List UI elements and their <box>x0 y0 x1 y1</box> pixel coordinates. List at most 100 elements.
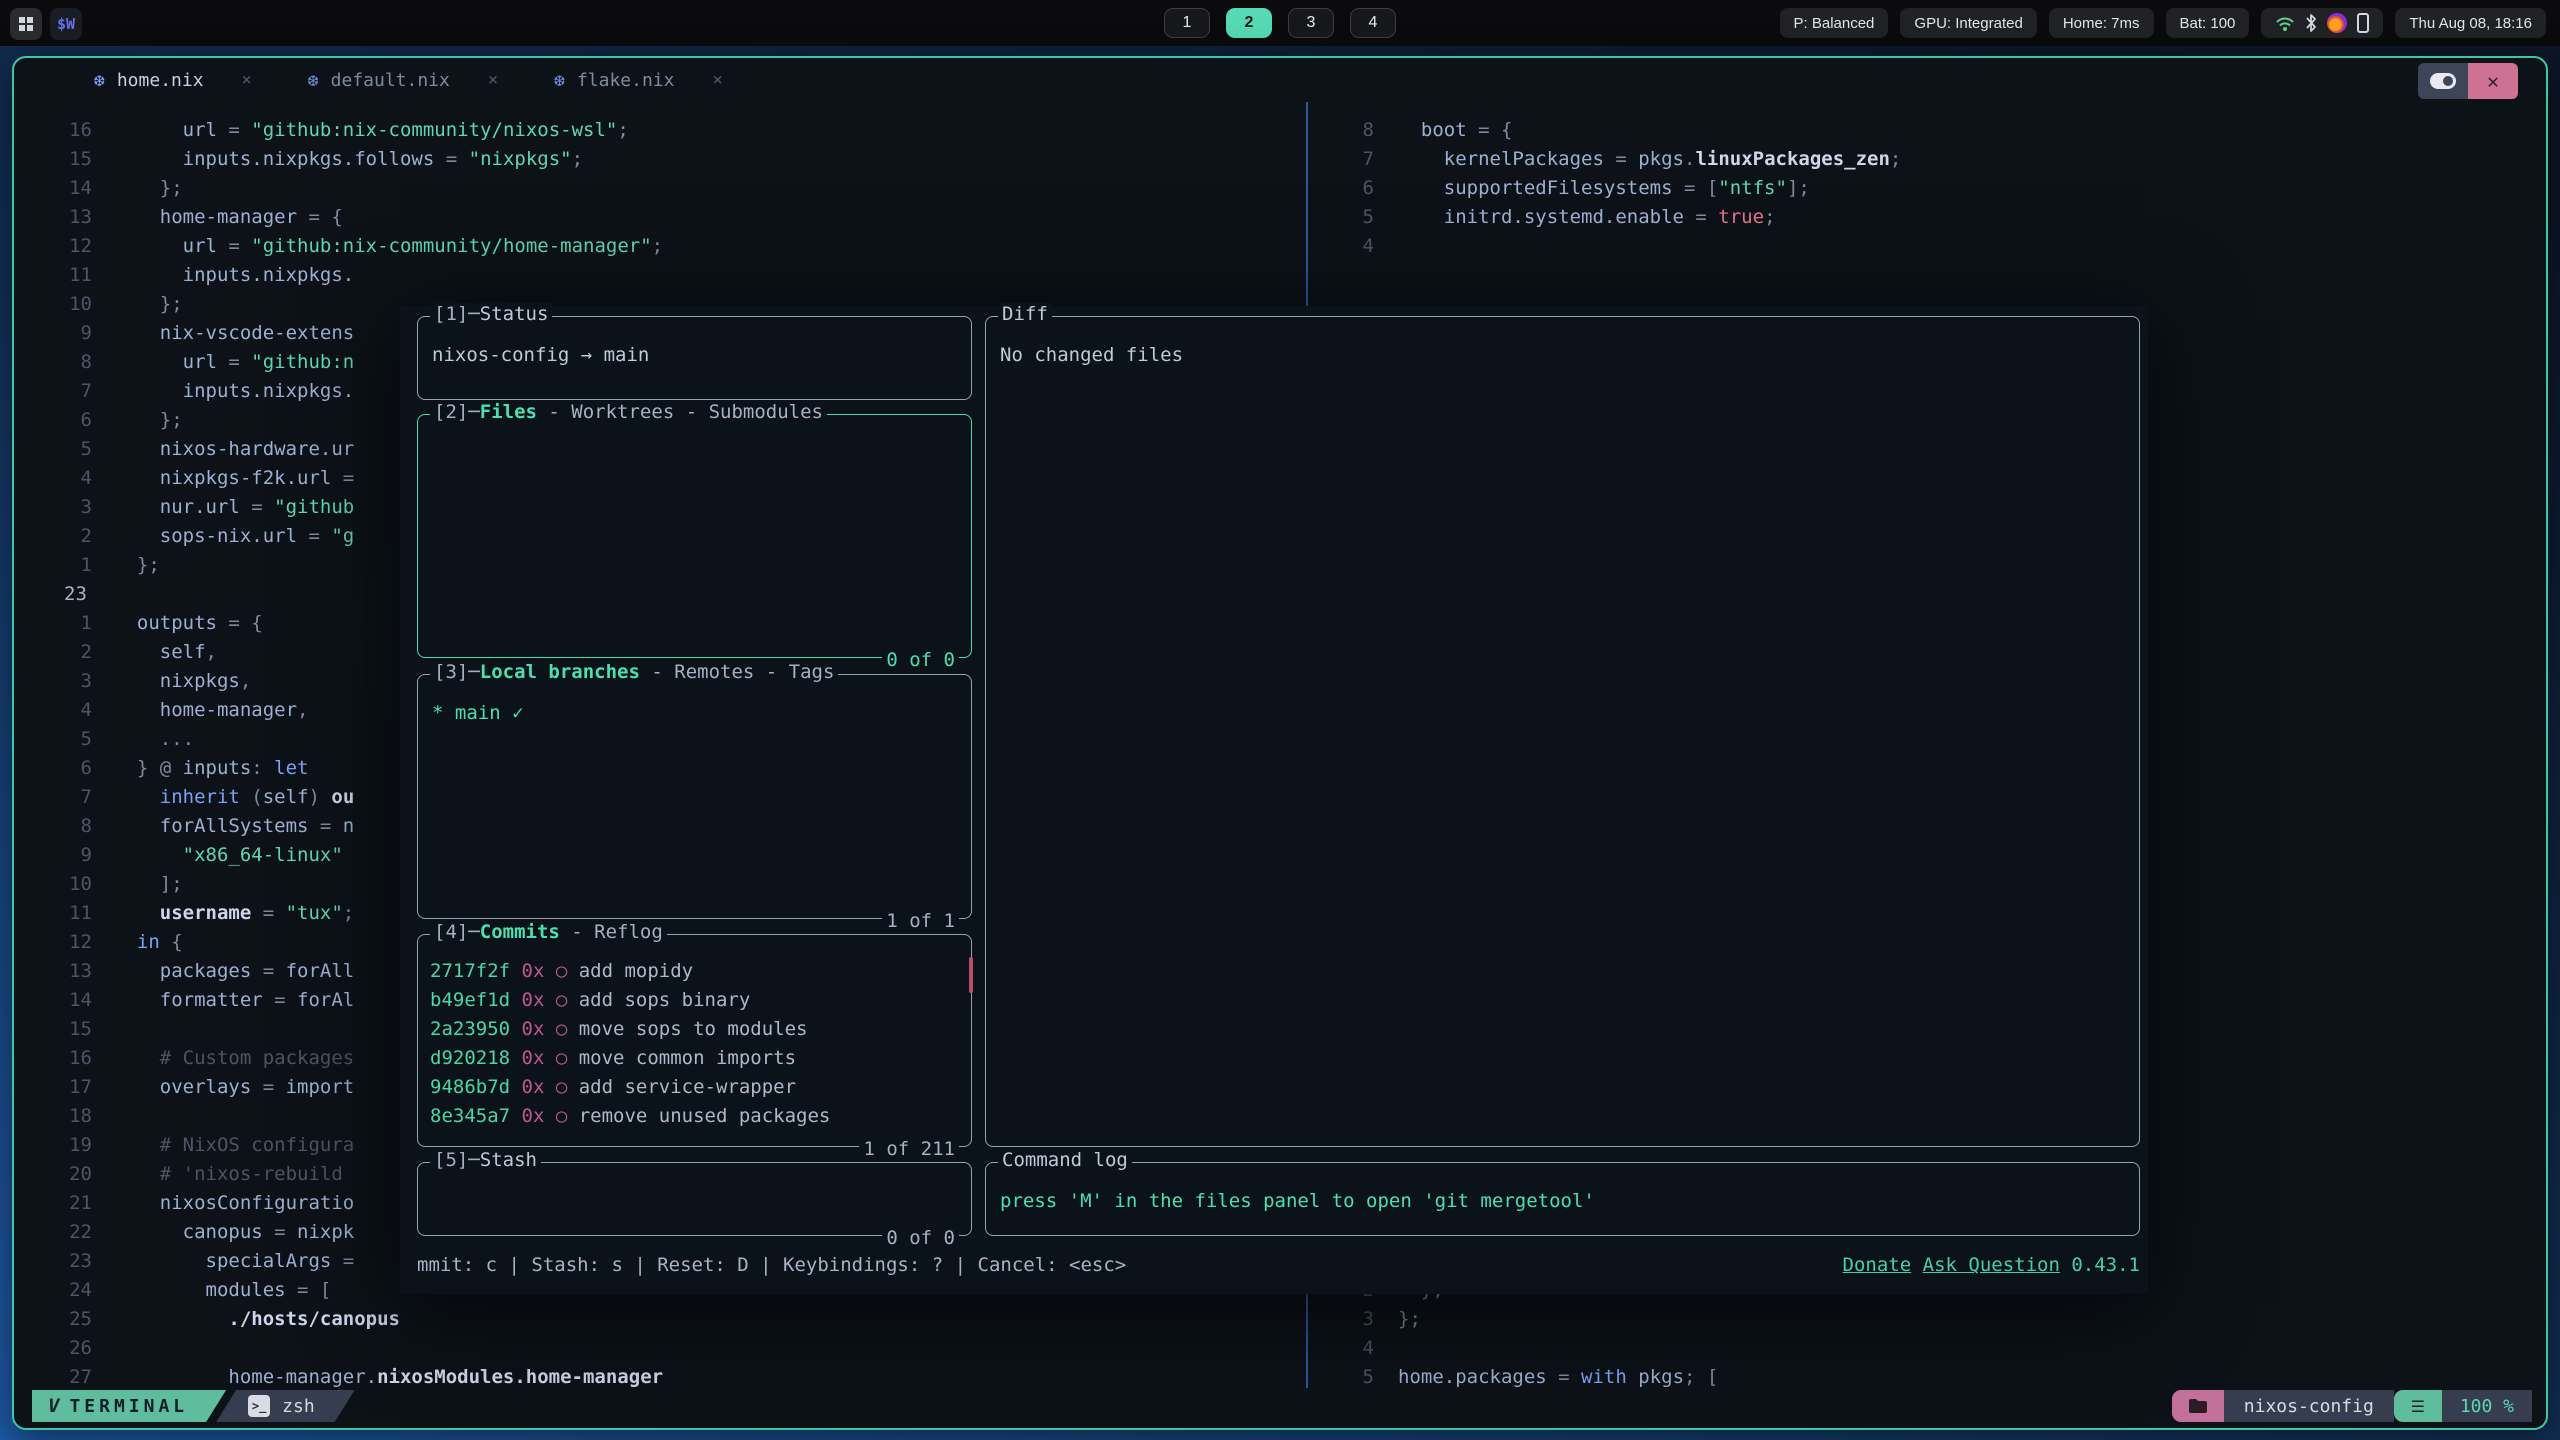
terminal-prompt-icon: >_ <box>248 1395 270 1417</box>
workspace-button-1[interactable]: 1 <box>1164 8 1210 38</box>
window-close-button[interactable]: ✕ <box>2468 63 2518 99</box>
nix-snowflake-icon: ❆ <box>94 70 105 91</box>
commits-scrollbar[interactable] <box>969 957 973 993</box>
lazygit-commits-panel[interactable]: [4]─Commits - Reflog 2717f2f 0x ○ add mo… <box>417 934 972 1147</box>
lines-icon-segment: ☰ <box>2394 1390 2442 1422</box>
code-line: 26 <box>48 1334 1306 1363</box>
line-number: 3 <box>1334 1305 1374 1334</box>
tab-label: flake.nix <box>577 70 675 91</box>
code-line: 6supportedFilesystems = ["ntfs"]; <box>1334 174 2546 203</box>
lazygit-diff-panel[interactable]: Diff No changed files <box>985 316 2140 1147</box>
commit-row[interactable]: d920218 0x ○ move common imports <box>430 1044 961 1073</box>
bluetooth-icon[interactable] <box>2305 13 2317 33</box>
lazygit-branches-panel[interactable]: [3]─Local branches - Remotes - Tags * ma… <box>417 674 972 919</box>
line-number: 12 <box>48 232 92 261</box>
commit-row[interactable]: 9486b7d 0x ○ add service-wrapper <box>430 1073 961 1102</box>
line-number: 13 <box>48 203 92 232</box>
clock[interactable]: Thu Aug 08, 18:16 <box>2395 8 2546 38</box>
line-number: 24 <box>48 1276 92 1305</box>
code-line: 3}; <box>1334 1305 2546 1334</box>
commit-hash: d920218 <box>430 1047 510 1069</box>
line-number: 11 <box>48 261 92 290</box>
line-number: 20 <box>48 1160 92 1189</box>
commit-message: add service-wrapper <box>579 1076 796 1098</box>
line-number: 6 <box>1334 174 1374 203</box>
code-line: 5initrd.systemd.enable = true; <box>1334 203 2546 232</box>
tab-label: default.nix <box>331 70 450 91</box>
statusline-shell-segment: >_ zsh <box>216 1390 355 1422</box>
line-number: 21 <box>48 1189 92 1218</box>
line-number: 16 <box>48 116 92 145</box>
commit-row[interactable]: 2a23950 0x ○ move sops to modules <box>430 1015 961 1044</box>
tab-default.nix[interactable]: ❆default.nix× <box>308 70 498 91</box>
commit-badge: 0x ○ <box>510 1018 579 1040</box>
line-number: 1 <box>48 609 92 638</box>
status-pill-3: Bat: 100 <box>2166 8 2250 38</box>
tab-flake.nix[interactable]: ❆ flake.nix × <box>554 70 723 91</box>
toggle-button[interactable] <box>2418 63 2468 99</box>
commits-panel-title: [4]─Commits - Reflog <box>430 921 667 943</box>
line-number: 4 <box>48 696 92 725</box>
line-number: 10 <box>48 870 92 899</box>
line-number: 3 <box>48 493 92 522</box>
line-number: 18 <box>48 1102 92 1131</box>
tab-close-icon[interactable]: × <box>242 70 252 90</box>
line-number: 9 <box>48 319 92 348</box>
line-number: 8 <box>1334 116 1374 145</box>
line-number: 7 <box>1334 145 1374 174</box>
wifi-icon[interactable] <box>2275 14 2295 32</box>
status-pill-2: Home: 7ms <box>2049 8 2154 38</box>
line-number: 17 <box>48 1073 92 1102</box>
commit-row[interactable]: 2717f2f 0x ○ add mopidy <box>430 957 961 986</box>
lazygit-status-panel[interactable]: [1]─Status nixos-config → main <box>417 316 972 400</box>
media-player-icon[interactable] <box>2327 13 2347 33</box>
line-number: 4 <box>48 464 92 493</box>
code-line: 11inputs.nixpkgs. <box>48 261 1306 290</box>
commit-row[interactable]: b49ef1d 0x ○ add sops binary <box>430 986 961 1015</box>
lazygit-files-panel[interactable]: [2]─Files - Worktrees - Submodules 0 of … <box>417 414 972 658</box>
tab-close-icon[interactable]: × <box>488 70 498 90</box>
line-number: 8 <box>48 812 92 841</box>
code-line: 15inputs.nixpkgs.follows = "nixpkgs"; <box>48 145 1306 174</box>
code-line: 5home.packages = with pkgs; [ <box>1334 1363 2546 1392</box>
code-line: 4 <box>1334 1334 2546 1363</box>
files-panel-title: [2]─Files - Worktrees - Submodules <box>430 401 827 423</box>
line-number: 9 <box>48 841 92 870</box>
line-number: 4 <box>1334 232 1374 261</box>
nix-snowflake-icon: ❆ <box>554 70 565 91</box>
line-number: 12 <box>48 928 92 957</box>
code-line: 25./hosts/canopus <box>48 1305 1306 1334</box>
line-number: 26 <box>48 1334 92 1363</box>
line-number: 22 <box>48 1218 92 1247</box>
commit-row[interactable]: 8e345a7 0x ○ remove unused packages <box>430 1102 961 1131</box>
code-line: 8boot = { <box>1334 116 2546 145</box>
workspace-button-3[interactable]: 3 <box>1288 8 1334 38</box>
line-number: 1 <box>48 551 92 580</box>
line-number: 5 <box>1334 203 1374 232</box>
commit-badge: 0x ○ <box>510 1105 579 1127</box>
workspace-button-2[interactable]: 2 <box>1226 8 1272 38</box>
donate-link[interactable]: Donate <box>1843 1254 1912 1276</box>
code-line: 4 <box>1334 232 2546 261</box>
phone-icon[interactable] <box>2357 13 2369 33</box>
folder-icon <box>2188 1398 2208 1414</box>
commit-hash: b49ef1d <box>430 989 510 1011</box>
code-line: 13home-manager = { <box>48 203 1306 232</box>
line-number: 4 <box>1334 1334 1374 1363</box>
system-top-bar: $W 1234 P: BalancedGPU: IntegratedHome: … <box>0 0 2560 46</box>
line-number: 2 <box>48 638 92 667</box>
line-number: 8 <box>48 348 92 377</box>
line-number: 14 <box>48 174 92 203</box>
workspace-button-4[interactable]: 4 <box>1350 8 1396 38</box>
hamburger-icon: ☰ <box>2411 1397 2425 1416</box>
lazygit-stash-panel[interactable]: [5]─Stash 0 of 0 <box>417 1162 972 1236</box>
line-number: 3 <box>48 667 92 696</box>
lazygit-command-log-panel[interactable]: Command log press 'M' in the files panel… <box>985 1162 2140 1236</box>
line-number: 7 <box>48 377 92 406</box>
status-pill-1: GPU: Integrated <box>1900 8 2036 38</box>
diff-panel-title: Diff <box>998 303 1052 325</box>
terminal-window: ❆home.nix×❆default.nix×❆flake.nix× ✕ 16u… <box>12 56 2548 1430</box>
tab-close-icon[interactable]: × <box>713 70 723 90</box>
ask-question-link[interactable]: Ask Question <box>1923 1254 2060 1276</box>
tab-home.nix[interactable]: ❆home.nix× <box>94 70 252 91</box>
